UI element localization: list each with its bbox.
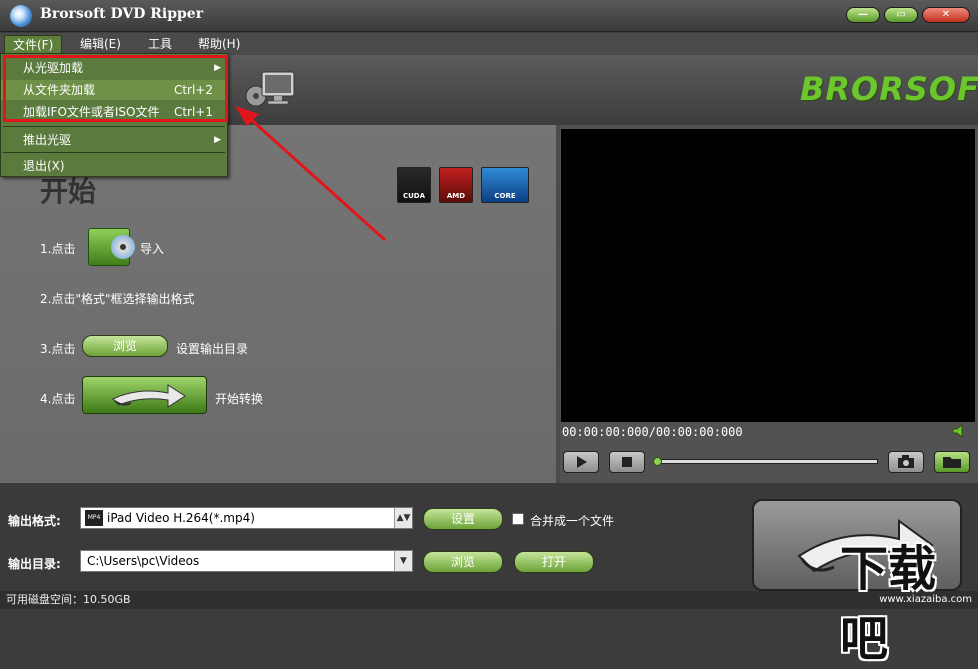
menu-tools[interactable]: 工具 bbox=[140, 35, 180, 54]
step-4-prefix: 4.点击 bbox=[40, 392, 76, 406]
watermark: 下载吧 www.xiazaiba.com bbox=[840, 524, 978, 667]
minimize-button[interactable]: — bbox=[846, 7, 880, 23]
step-1-prefix: 1.点击 bbox=[40, 242, 76, 256]
menu-file[interactable]: 文件(F) bbox=[4, 35, 63, 54]
maximize-icon: ▭ bbox=[896, 9, 906, 20]
menu-separator bbox=[3, 152, 225, 153]
menu-help[interactable]: 帮助(H) bbox=[190, 35, 248, 54]
annotation-arrow bbox=[235, 106, 387, 242]
volume-icon[interactable] bbox=[952, 424, 968, 438]
timecode: 00:00:00:000/00:00:00:000 bbox=[562, 425, 743, 439]
status-bar: 可用磁盘空间：10.50GB bbox=[0, 591, 978, 609]
import-dvd-button[interactable] bbox=[88, 228, 135, 266]
menu-item-label: 推出光驱 bbox=[23, 133, 72, 147]
output-dir-label: 输出目录: bbox=[8, 557, 61, 571]
merge-label: 合并成一个文件 bbox=[530, 514, 615, 528]
window-title: Brorsoft DVD Ripper bbox=[40, 6, 204, 22]
snapshot-button[interactable] bbox=[888, 451, 924, 473]
amd-badge: AMD bbox=[439, 167, 473, 203]
step-4-suffix: 开始转换 bbox=[215, 392, 264, 406]
open-folder-button[interactable] bbox=[934, 451, 970, 473]
play-icon bbox=[577, 456, 587, 468]
spin-arrows-icon[interactable]: ▲▼ bbox=[394, 508, 412, 528]
step-3-prefix: 3.点击 bbox=[40, 342, 76, 356]
disk-space-text: 可用磁盘空间：10.50GB bbox=[6, 593, 131, 606]
video-preview bbox=[561, 129, 975, 422]
camera-icon bbox=[898, 455, 914, 468]
intel-core-badge: CORE bbox=[481, 167, 529, 203]
stop-icon bbox=[622, 457, 632, 467]
browse-output-button[interactable]: 浏览 bbox=[82, 335, 168, 357]
step-2-text: 2.点击"格式"框选择输出格式 bbox=[40, 292, 195, 306]
intel-core-badge-label: CORE bbox=[494, 192, 516, 200]
step-3-suffix: 设置输出目录 bbox=[176, 342, 249, 356]
play-button[interactable] bbox=[563, 451, 599, 473]
dvd-icon bbox=[111, 235, 135, 259]
maximize-button[interactable]: ▭ bbox=[884, 7, 918, 23]
output-dir-field[interactable]: C:\Users\pc\Videos ▼ bbox=[80, 550, 413, 572]
output-format-value: iPad Video H.264(*.mp4) bbox=[107, 511, 255, 525]
output-format-select[interactable]: MP4 iPad Video H.264(*.mp4) ▲▼ bbox=[80, 507, 413, 529]
menu-item-eject-disc[interactable]: 推出光驱 ▶ bbox=[1, 130, 227, 150]
seek-slider[interactable] bbox=[653, 457, 878, 466]
minimize-icon: — bbox=[858, 9, 868, 20]
merge-checkbox[interactable] bbox=[512, 513, 524, 525]
app-logo-icon bbox=[10, 5, 32, 27]
amd-badge-label: AMD bbox=[446, 192, 466, 200]
folder-icon bbox=[943, 457, 961, 468]
brand-logo: BRORSOFT bbox=[800, 70, 978, 108]
menu-separator bbox=[3, 126, 225, 127]
open-button[interactable]: 打开 bbox=[514, 551, 594, 573]
convert-arrow-icon bbox=[112, 384, 186, 408]
mp4-icon: MP4 bbox=[85, 510, 103, 526]
menu-item-label: 退出(X) bbox=[23, 159, 65, 173]
menu-item-exit[interactable]: 退出(X) bbox=[1, 156, 227, 176]
menu-edit[interactable]: 编辑(E) bbox=[72, 35, 129, 54]
highlight-box bbox=[3, 55, 228, 122]
seek-handle[interactable] bbox=[653, 457, 662, 466]
menu-bar: 文件(F) 编辑(E) 工具 帮助(H) bbox=[0, 33, 978, 55]
step-1-suffix: 导入 bbox=[140, 242, 165, 256]
stop-button[interactable] bbox=[609, 451, 645, 473]
cuda-badge: CUDA bbox=[397, 167, 431, 203]
submenu-arrow-icon: ▶ bbox=[214, 135, 221, 145]
output-dir-value: C:\Users\pc\Videos bbox=[87, 554, 200, 568]
settings-button[interactable]: 设置 bbox=[423, 508, 503, 530]
watermark-url: www.xiazaiba.com bbox=[879, 594, 972, 605]
title-bar: Brorsoft DVD Ripper — ▭ ✕ bbox=[0, 0, 978, 32]
close-button[interactable]: ✕ bbox=[922, 7, 970, 23]
dropdown-arrow-icon[interactable]: ▼ bbox=[394, 551, 412, 571]
convert-small-button[interactable] bbox=[82, 376, 207, 414]
close-icon: ✕ bbox=[941, 9, 951, 20]
browse-button[interactable]: 浏览 bbox=[423, 551, 503, 573]
cuda-badge-label: CUDA bbox=[402, 192, 426, 200]
output-format-label: 输出格式: bbox=[8, 514, 61, 528]
